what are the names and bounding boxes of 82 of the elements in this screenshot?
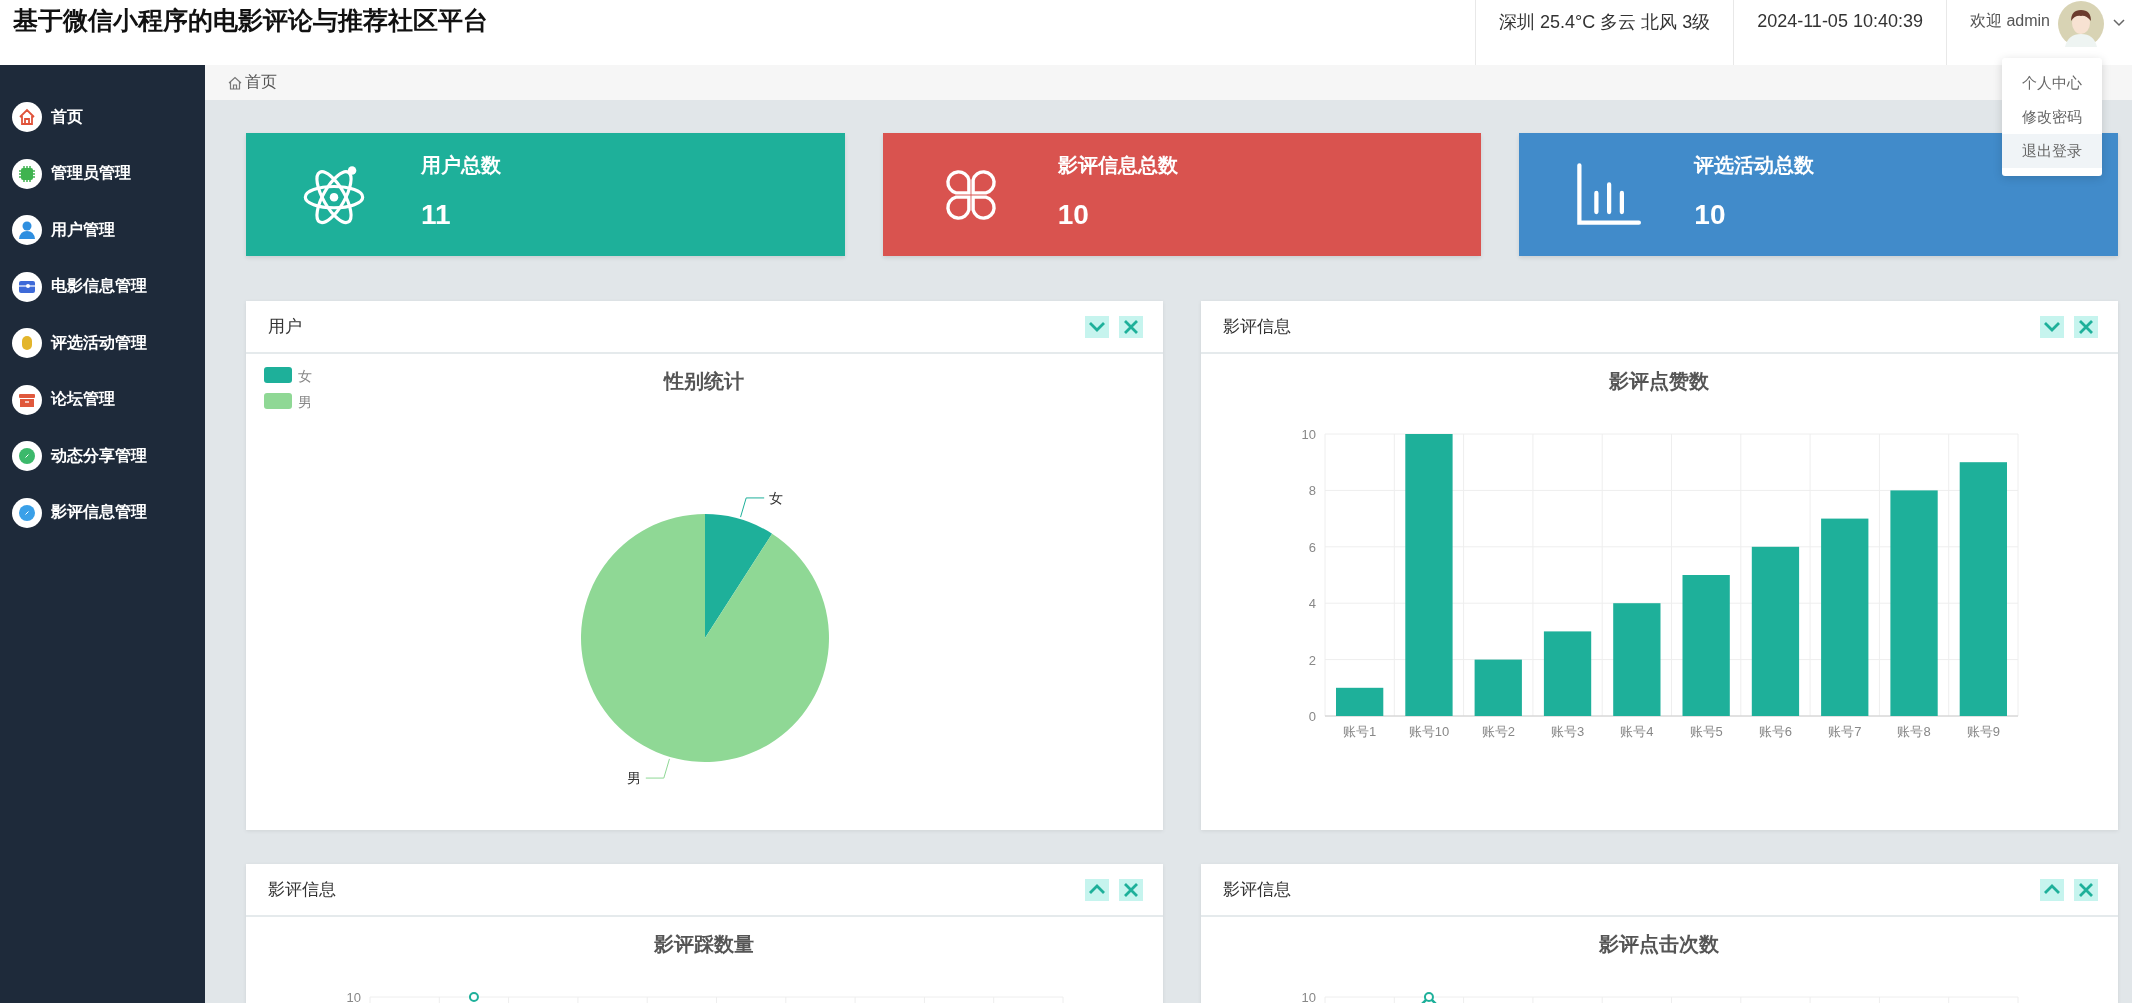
disc-icon <box>12 497 42 528</box>
y-tick-label: 2 <box>1308 652 1316 668</box>
panel-icon <box>12 271 42 302</box>
menu-item[interactable]: 修改密码 <box>2002 100 2102 134</box>
sidebar-item[interactable]: 用户管理 <box>0 202 205 259</box>
slice-label: 女 <box>769 489 784 506</box>
stat-value: 11 <box>421 199 452 231</box>
breadcrumb-link[interactable]: 首页 <box>245 72 277 93</box>
panel-title: 影评信息 <box>268 879 337 901</box>
chevron-down-icon <box>1089 321 1105 332</box>
x-tick-label: 账号9 <box>1966 724 2000 739</box>
x-tick-label: 账号6 <box>1758 724 1793 739</box>
chevron-down-icon <box>2044 321 2060 332</box>
x-tick-label: 账号5 <box>1689 724 1723 739</box>
chart-title: 影评点赞数 <box>1609 370 1709 392</box>
legend-label[interactable]: 男 <box>298 394 312 410</box>
x-tick-label: 账号7 <box>1828 724 1862 739</box>
panel-title: 影评信息 <box>1223 879 1292 901</box>
y-tick-label: 10 <box>1301 990 1316 1003</box>
welcome-text: 欢迎 admin <box>1969 11 2050 31</box>
chip-icon <box>12 158 42 189</box>
x-tick-label: 账号3 <box>1550 724 1585 739</box>
close-icon <box>1124 319 1138 334</box>
slice-label: 男 <box>626 770 641 787</box>
avatar-icon[interactable] <box>2058 0 2104 47</box>
y-tick-label: 6 <box>1308 539 1316 555</box>
chart-bar <box>1336 687 1384 716</box>
y-tick-label: 4 <box>1308 596 1316 612</box>
chart-title: 性别统计 <box>664 370 744 392</box>
stat-value: 10 <box>1694 199 1727 231</box>
chart-bar <box>1474 659 1522 716</box>
close-button[interactable] <box>1119 878 1143 901</box>
stat-label: 影评信息总数 <box>1057 153 1178 178</box>
box-icon <box>12 384 42 415</box>
expand-button[interactable] <box>2040 878 2064 901</box>
close-button[interactable] <box>2074 878 2098 901</box>
y-tick-label: 8 <box>1308 483 1316 499</box>
chevron-up-icon <box>2044 884 2060 895</box>
sidebar-item[interactable]: 评选活动管理 <box>0 315 205 372</box>
close-icon <box>1124 882 1138 897</box>
sidebar-item[interactable]: 首页 <box>0 89 205 146</box>
y-tick-label: 10 <box>346 990 361 1003</box>
x-tick-label: 账号1 <box>1343 724 1377 739</box>
sidebar-item[interactable]: 管理员管理 <box>0 145 205 202</box>
disc-icon <box>12 441 42 472</box>
home-icon <box>12 102 42 133</box>
x-tick-label: 账号8 <box>1897 724 1931 739</box>
x-tick-label: 账号4 <box>1620 724 1654 739</box>
chart-title: 影评点击次数 <box>1599 933 1719 955</box>
sidebar-item[interactable]: 影评信息管理 <box>0 484 205 541</box>
close-icon <box>2079 319 2093 334</box>
capsule-icon <box>12 328 42 359</box>
leader-line <box>645 758 670 779</box>
collapse-button[interactable] <box>2040 315 2064 338</box>
sidebar-item[interactable]: 动态分享管理 <box>0 428 205 485</box>
x-tick-label: 账号2 <box>1481 724 1515 739</box>
legend-swatch[interactable] <box>264 367 292 383</box>
close-button[interactable] <box>2074 315 2098 338</box>
y-tick-label: 0 <box>1308 709 1316 724</box>
user-icon <box>12 215 42 246</box>
panel-title: 用户 <box>268 316 303 338</box>
menu-item[interactable]: 退出登录 <box>2002 134 2102 168</box>
stat-label: 评选活动总数 <box>1694 153 1815 178</box>
panel-title: 影评信息 <box>1223 316 1292 338</box>
chevron-up-icon <box>1089 884 1105 895</box>
stat-value: 10 <box>1057 199 1090 231</box>
sidebar-item[interactable]: 论坛管理 <box>0 371 205 428</box>
close-icon <box>2079 882 2093 897</box>
stat-label: 用户总数 <box>421 153 501 178</box>
expand-button[interactable] <box>1085 878 1109 901</box>
close-button[interactable] <box>1119 315 1143 338</box>
x-tick-label: 账号10 <box>1408 724 1450 739</box>
app-title: 基于微信小程序的电影评论与推荐社区平台 <box>12 5 489 36</box>
y-tick-label: 10 <box>1301 427 1316 442</box>
leader-line <box>740 497 765 518</box>
menu-item[interactable]: 个人中心 <box>2002 66 2102 100</box>
legend-swatch[interactable] <box>264 393 292 409</box>
chart-title: 影评踩数量 <box>654 933 754 955</box>
home-icon[interactable] <box>227 74 243 91</box>
legend-label[interactable]: 女 <box>298 368 312 384</box>
sidebar-item[interactable]: 电影信息管理 <box>0 258 205 315</box>
collapse-button[interactable] <box>1085 315 1109 338</box>
